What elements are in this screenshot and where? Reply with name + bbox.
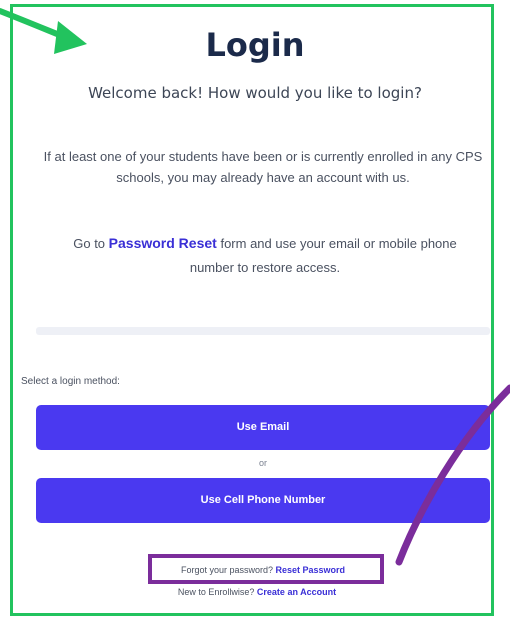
password-reset-info: Go to Password Reset form and use your e…	[50, 231, 480, 280]
section-divider	[36, 327, 490, 335]
reset-password-link[interactable]: Reset Password	[276, 565, 346, 575]
create-account-link[interactable]: Create an Account	[257, 587, 336, 597]
reset-prefix-text: Go to	[73, 236, 106, 251]
page-title: Login	[205, 26, 305, 64]
welcome-text: Welcome back! How would you like to logi…	[88, 84, 422, 102]
use-email-button[interactable]: Use Email	[36, 405, 490, 450]
account-info-text: If at least one of your students have be…	[43, 149, 483, 185]
new-user-text: New to Enrollwise?	[177, 587, 255, 597]
use-cell-phone-button[interactable]: Use Cell Phone Number	[36, 478, 490, 523]
new-user-line: New to Enrollwise? Create an Account	[0, 587, 510, 597]
forgot-password-line: Forgot your password? Reset Password	[0, 565, 510, 575]
forgot-password-text: Forgot your password?	[180, 565, 273, 575]
password-reset-link[interactable]: Password Reset	[109, 235, 217, 251]
reset-suffix-text: form and use your email or mobile phone …	[189, 236, 457, 275]
login-method-label: Select a login method:	[21, 376, 120, 387]
or-separator-text: or	[258, 458, 267, 468]
